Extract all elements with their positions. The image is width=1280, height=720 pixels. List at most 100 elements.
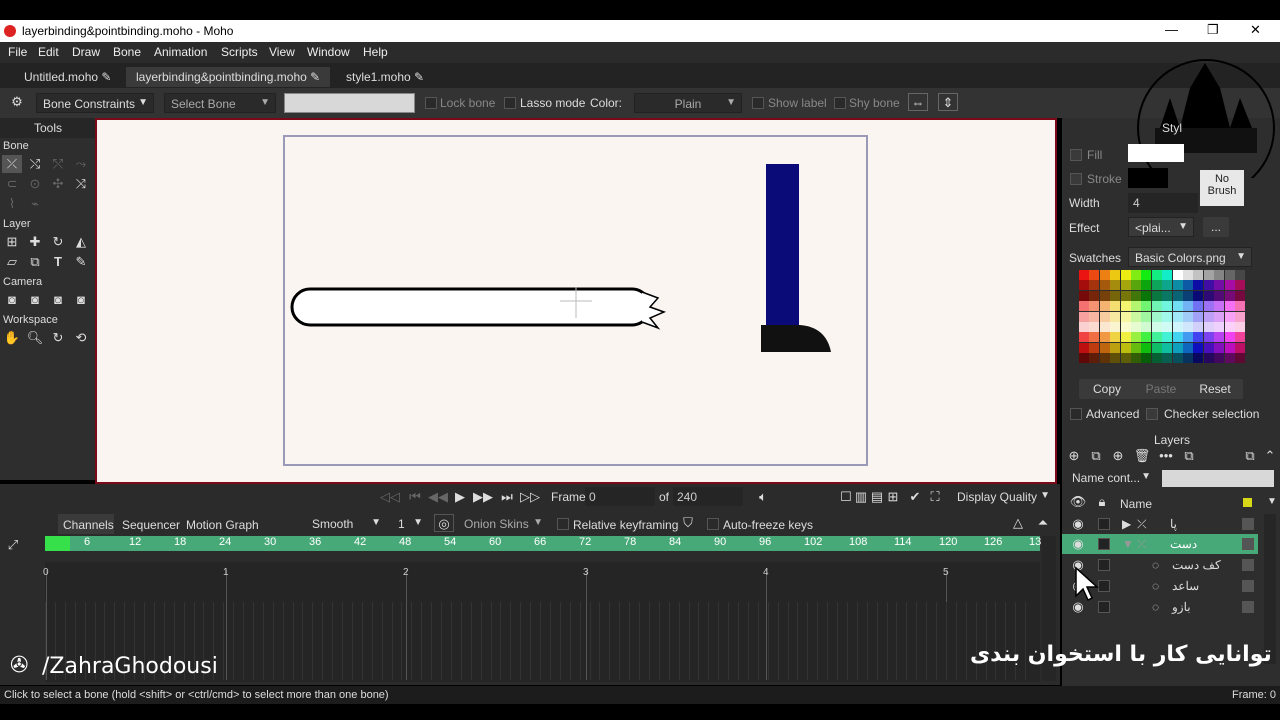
color-swatch[interactable] <box>1120 290 1131 301</box>
onion-skin-icon[interactable]: ◎ <box>434 514 454 532</box>
bone-name-field[interactable] <box>284 93 415 113</box>
color-swatch[interactable] <box>1089 270 1100 280</box>
color-swatch[interactable] <box>1141 301 1152 312</box>
fill-color-swatch[interactable] <box>1128 144 1184 162</box>
color-swatch[interactable] <box>1079 270 1089 280</box>
color-swatch[interactable] <box>1183 342 1193 353</box>
color-swatch[interactable] <box>1203 342 1214 353</box>
frame-ruler[interactable]: 0612182430364248546066727884909610210811… <box>45 536 1041 551</box>
rotate-workspace-icon[interactable]: ↻ <box>48 329 68 347</box>
bone-constraints-dropdown[interactable]: Bone Constraints ▼ <box>36 93 154 113</box>
reparent-bone-icon[interactable]: ⤳ <box>71 155 91 173</box>
frame-input[interactable]: 0 <box>585 487 655 506</box>
color-swatch[interactable] <box>1110 353 1121 364</box>
color-swatch[interactable] <box>1172 280 1183 291</box>
color-swatch[interactable] <box>1120 270 1131 280</box>
color-swatch[interactable] <box>1203 270 1214 280</box>
color-swatch[interactable] <box>1131 290 1141 301</box>
color-swatch[interactable] <box>1079 332 1089 343</box>
flip-layer-icon[interactable]: ◭ <box>71 233 91 251</box>
color-swatch[interactable] <box>1151 280 1162 291</box>
effect-dropdown[interactable]: <plai... ▼ <box>1128 217 1194 237</box>
color-swatch[interactable] <box>1131 301 1141 312</box>
tab-channels[interactable]: Channels <box>63 518 114 532</box>
color-swatch[interactable] <box>1110 342 1121 353</box>
color-swatch[interactable] <box>1172 342 1183 353</box>
new-layer-icon[interactable]: ⊕ <box>1064 447 1084 465</box>
color-swatch[interactable] <box>1151 332 1162 343</box>
play-icon[interactable]: ▶ <box>450 488 470 506</box>
color-swatch[interactable] <box>1172 332 1183 343</box>
tab-sequencer[interactable]: Sequencer <box>122 518 180 532</box>
color-swatch[interactable] <box>1193 311 1204 322</box>
color-swatch[interactable] <box>1214 332 1225 343</box>
color-swatch[interactable] <box>1120 301 1131 312</box>
menu-file[interactable]: File <box>8 45 27 59</box>
color-swatch[interactable] <box>1203 290 1214 301</box>
shear-layer-icon[interactable]: ▱ <box>2 253 22 271</box>
color-swatch[interactable] <box>1151 290 1162 301</box>
interpolation-dropdown[interactable]: Smooth ▼ <box>306 514 386 534</box>
color-swatch[interactable] <box>1203 353 1214 364</box>
bone-strength-icon[interactable]: ⊂ <box>2 175 22 193</box>
stroke-color-swatch[interactable] <box>1128 168 1168 188</box>
layer-row-selected[interactable]: ◉ ▼ ⤫ دست <box>1062 534 1258 554</box>
color-swatch[interactable] <box>1162 322 1173 332</box>
first-frame-icon[interactable]: ⏮ <box>405 488 425 506</box>
color-swatch[interactable] <box>1099 332 1110 343</box>
color-swatch[interactable] <box>1193 332 1204 343</box>
expand-tracks-icon[interactable]: ⏶ <box>1033 514 1053 532</box>
color-swatch[interactable] <box>1151 322 1162 332</box>
loop-icon[interactable]: ▷▷ <box>520 488 540 506</box>
duplicate-layer-icon[interactable]: ⧉ <box>1086 447 1106 465</box>
reset-button[interactable]: Reset <box>1187 379 1243 399</box>
hand-shape[interactable] <box>641 291 667 330</box>
color-swatch[interactable] <box>1089 290 1100 301</box>
expand-icon[interactable]: ▼ <box>1122 537 1134 551</box>
color-swatch[interactable] <box>1099 280 1110 291</box>
color-swatch[interactable] <box>1235 342 1245 353</box>
color-swatch[interactable] <box>1235 353 1245 364</box>
color-swatch[interactable] <box>1151 301 1162 312</box>
color-swatch[interactable] <box>1193 280 1204 291</box>
expand-channels-icon[interactable]: ⤢ <box>3 536 23 554</box>
shy-bone-checkbox[interactable] <box>834 97 846 109</box>
shield-icon[interactable]: ⛉ <box>678 514 698 532</box>
color-swatch[interactable] <box>1079 311 1089 322</box>
flip-vertical-icon[interactable]: ⇕ <box>938 93 958 111</box>
color-swatch[interactable] <box>1193 353 1204 364</box>
eyedropper-icon[interactable]: ✎ <box>71 253 91 271</box>
color-swatch[interactable] <box>1089 342 1100 353</box>
color-swatch[interactable] <box>1089 311 1100 322</box>
arm-shape[interactable] <box>290 287 652 327</box>
transform-layer-icon[interactable]: ⊞ <box>2 233 22 251</box>
show-label-checkbox[interactable] <box>752 97 764 109</box>
color-swatch[interactable] <box>1235 290 1245 301</box>
color-swatch[interactable] <box>1183 311 1193 322</box>
color-dropdown[interactable]: Plain ▼ <box>634 93 742 113</box>
color-swatch[interactable] <box>1183 280 1193 291</box>
layer-row[interactable]: ◉ ▶ ⤫ پا <box>1062 514 1258 534</box>
layer-menu-icon[interactable]: ••• <box>1156 447 1176 465</box>
color-swatch[interactable] <box>1172 270 1183 280</box>
color-swatch[interactable] <box>1120 322 1131 332</box>
color-swatch[interactable] <box>1214 301 1225 312</box>
color-swatch[interactable] <box>1110 311 1121 322</box>
copy-layer-icon[interactable]: ⊕ <box>1108 447 1128 465</box>
color-swatch[interactable] <box>1120 311 1131 322</box>
text-icon[interactable]: T <box>48 253 68 271</box>
color-swatch[interactable] <box>1141 290 1152 301</box>
select-bone-dropdown[interactable]: Select Bone ▼ <box>164 93 276 113</box>
color-swatch[interactable] <box>1224 332 1235 343</box>
menu-window[interactable]: Window <box>307 45 350 59</box>
total-frames-input[interactable]: 240 <box>673 487 743 506</box>
color-swatch[interactable] <box>1193 290 1204 301</box>
color-swatch[interactable] <box>1224 342 1235 353</box>
color-swatch[interactable] <box>1183 353 1193 364</box>
color-swatch[interactable] <box>1099 270 1110 280</box>
color-swatch[interactable] <box>1183 322 1193 332</box>
expand-icon[interactable]: ▶ <box>1122 517 1131 531</box>
color-swatch[interactable] <box>1193 270 1204 280</box>
maximize-button[interactable]: ❐ <box>1207 22 1219 38</box>
color-swatch[interactable] <box>1120 280 1131 291</box>
